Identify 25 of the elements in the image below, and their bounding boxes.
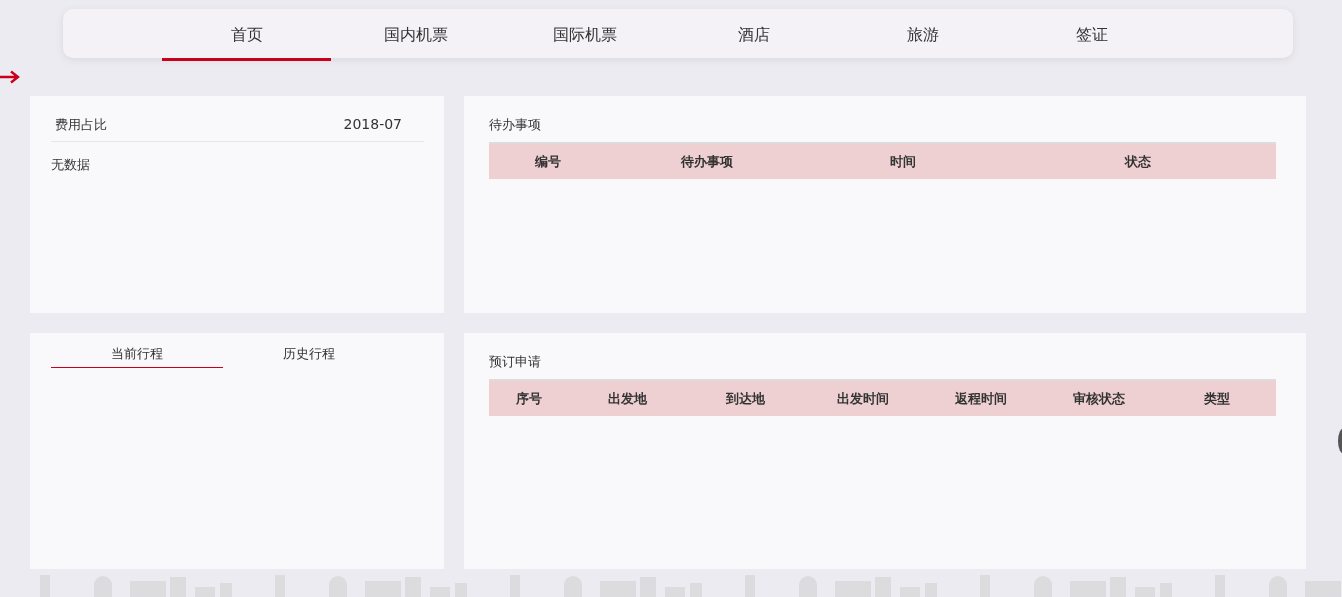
column-header: 待办事项	[680, 152, 734, 171]
arrow-right-icon[interactable]	[0, 70, 20, 84]
nav-tab[interactable]: 酒店	[669, 9, 838, 61]
nav-tab[interactable]: 签证	[1007, 9, 1176, 61]
nav-tab[interactable]: 旅游	[838, 9, 1007, 61]
nav-tab[interactable]: 国际机票	[500, 9, 669, 61]
card-title: 预订申请	[489, 353, 542, 371]
column-header: 出发地	[606, 389, 648, 408]
period-label: 2018-07	[343, 116, 402, 134]
column-header: 编号	[534, 152, 562, 171]
column-header: 类型	[1203, 389, 1231, 408]
trip-tab[interactable]: 历史行程	[223, 341, 395, 368]
card-title: 费用占比	[55, 116, 107, 134]
column-header: 序号	[514, 389, 543, 408]
nav-tab[interactable]: 首页	[162, 9, 331, 61]
column-header: 状态	[1123, 152, 1152, 171]
column-header: 时间	[889, 152, 917, 171]
column-header: 返程时间	[954, 389, 1008, 408]
empty-text: 无数据	[51, 156, 91, 174]
column-header: 到达地	[724, 389, 766, 408]
column-header: 审核状态	[1072, 389, 1126, 408]
column-header: 出发时间	[836, 389, 890, 408]
nav-tab[interactable]: 国内机票	[331, 9, 500, 61]
card-title: 待办事项	[489, 116, 542, 134]
trip-tab[interactable]: 当前行程	[51, 341, 223, 368]
